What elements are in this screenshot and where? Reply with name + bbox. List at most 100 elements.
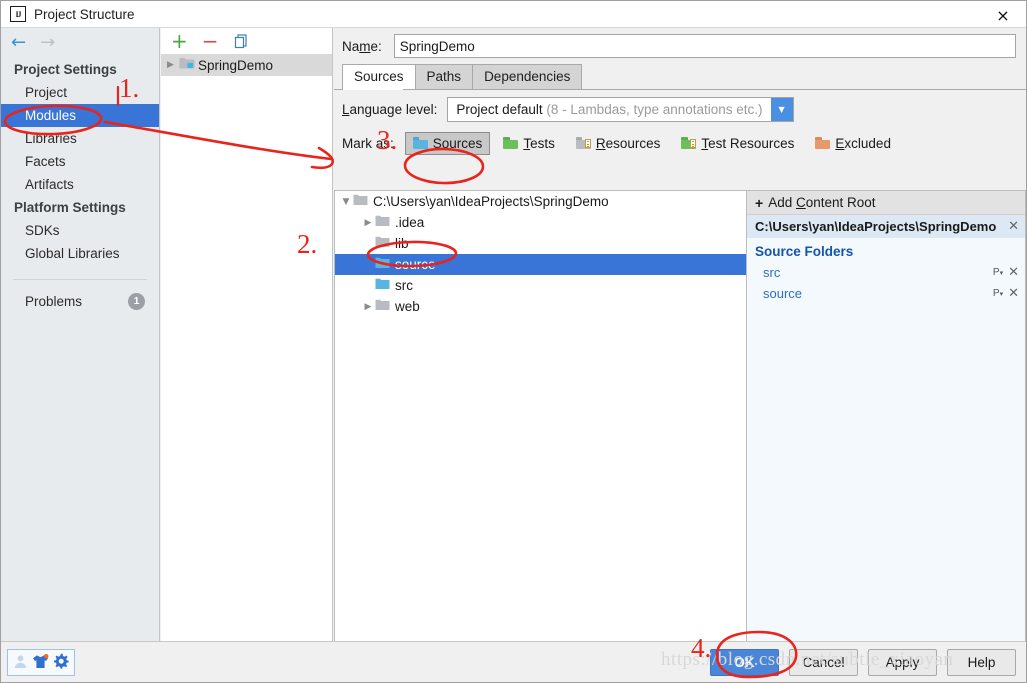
plugin-shirt-icon[interactable] [32, 653, 49, 672]
mark-as-resources-button[interactable]: Resources [568, 132, 669, 155]
folder-gray-icon [375, 215, 390, 230]
language-level-combobox[interactable]: Project default (8 - Lambdas, type annot… [447, 96, 794, 122]
tree-row[interactable]: ▶ web [335, 296, 746, 317]
tree-row[interactable]: ▶ .idea [335, 212, 746, 233]
collapse-arrow-icon[interactable]: ▼ [339, 197, 353, 207]
window-title: Project Structure [34, 6, 135, 22]
active-tab-notch [343, 89, 403, 90]
source-folder-actions: P ▾ ✕ [993, 265, 1019, 280]
module-tabs: Sources Paths Dependencies [342, 64, 1026, 89]
sidebar-item-global-libraries[interactable]: Global Libraries [1, 242, 159, 265]
tree-label: C:\Users\yan\IdeaProjects\SpringDemo [373, 194, 609, 209]
chevron-down-icon[interactable]: ▼ [770, 97, 793, 121]
plus-icon: + [755, 194, 764, 211]
cancel-button[interactable]: Cancel [789, 649, 858, 676]
module-item-springdemo[interactable]: ▶ SpringDemo [161, 54, 332, 76]
language-level-row: Language level: Project default (8 - Lam… [334, 90, 1026, 128]
settings-gear-icon[interactable] [53, 653, 69, 672]
tree-label: src [395, 278, 413, 293]
sidebar-item-problems[interactable]: Problems 1 [1, 290, 159, 313]
add-content-root-label: Add Content Root [768, 195, 876, 210]
module-editor-panel: Name: Sources Paths Dependencies Languag… [334, 28, 1026, 642]
ok-button[interactable]: OK [710, 649, 779, 676]
status-icon-group [7, 649, 75, 676]
tab-sources[interactable]: Sources [342, 64, 416, 89]
mark-as-test-resources-label: Test Resources [701, 135, 795, 151]
folder-resources-icon [575, 137, 591, 149]
mark-as-sources-label: Sources [432, 135, 483, 151]
tree-label: web [395, 299, 420, 314]
remove-module-icon[interactable]: − [202, 31, 219, 51]
mark-as-row: Mark as: Sources Tests Resources Test Re… [334, 128, 1026, 158]
title-bar: IJ Project Structure × [1, 1, 1026, 28]
sidebar-group-project-settings: Project Settings [14, 62, 117, 77]
copy-module-icon[interactable] [233, 33, 249, 49]
package-prefix-icon[interactable]: P ▾ [993, 267, 1003, 278]
sidebar-item-label: Problems [25, 294, 83, 309]
source-folder-row[interactable]: src P ▾ ✕ [747, 262, 1025, 283]
mark-as-excluded-button[interactable]: Excluded [807, 132, 899, 155]
sidebar-group-platform-settings: Platform Settings [14, 200, 126, 215]
sidebar-item-modules[interactable]: Modules [1, 104, 159, 127]
settings-sidebar: ← → Project Settings Project Modules Lib… [1, 28, 160, 642]
close-icon[interactable]: × [988, 4, 1018, 26]
mark-as-tests-button[interactable]: Tests [495, 132, 563, 155]
sidebar-item-project[interactable]: Project [1, 81, 159, 104]
expand-arrow-icon[interactable]: ▶ [361, 218, 375, 228]
module-folder-icon [179, 57, 195, 73]
folder-blue-icon [375, 257, 390, 272]
sidebar-item-artifacts[interactable]: Artifacts [1, 173, 159, 196]
dialog-bottom-bar: OK Cancel Apply Help [1, 641, 1026, 682]
sidebar-item-facets[interactable]: Facets [1, 150, 159, 173]
tree-row[interactable]: ▼ C:\Users\yan\IdeaProjects\SpringDemo [335, 191, 746, 212]
sidebar-nav: ← → [1, 28, 159, 58]
project-structure-dialog: IJ Project Structure × ← → Project Setti… [0, 0, 1027, 683]
logo-text: IJ [15, 9, 21, 19]
content-tree: ▼ C:\Users\yan\IdeaProjects\SpringDemo ▶… [334, 190, 746, 642]
tree-label: .idea [395, 215, 425, 230]
tab-dependencies[interactable]: Dependencies [472, 64, 583, 89]
back-arrow-icon[interactable]: ← [11, 34, 26, 52]
modules-list-panel: + − ▶ SpringDemo [161, 28, 333, 642]
source-folder-row[interactable]: source P ▾ ✕ [747, 283, 1025, 304]
content-root-path: C:\Users\yan\IdeaProjects\SpringDemo [755, 219, 997, 234]
sources-split-view: ▼ C:\Users\yan\IdeaProjects\SpringDemo ▶… [334, 190, 1026, 642]
folder-gray-icon [375, 299, 390, 314]
user-icon[interactable] [13, 654, 28, 672]
folder-blue-icon [375, 278, 390, 293]
tree-row[interactable]: source [335, 254, 746, 275]
mark-as-label: Mark as: [342, 135, 394, 151]
expand-arrow-icon[interactable]: ▶ [167, 60, 179, 70]
module-label: SpringDemo [198, 57, 274, 73]
content-root-entry[interactable]: C:\Users\yan\IdeaProjects\SpringDemo ✕ [747, 215, 1025, 238]
mark-as-test-resources-button[interactable]: Test Resources [673, 132, 802, 155]
source-folder-name: source [763, 286, 803, 301]
add-content-root-button[interactable]: + Add Content Root [747, 191, 1025, 215]
forward-arrow-icon[interactable]: → [40, 34, 55, 52]
apply-button[interactable]: Apply [868, 649, 937, 676]
source-folder-name: src [763, 265, 781, 280]
tree-row[interactable]: src [335, 275, 746, 296]
intellij-logo-icon: IJ [10, 6, 26, 22]
tree-row[interactable]: lib [335, 233, 746, 254]
remove-source-folder-icon[interactable]: ✕ [1008, 265, 1019, 280]
sources-tab-panel: Language level: Project default (8 - Lam… [334, 89, 1026, 642]
sidebar-item-libraries[interactable]: Libraries [1, 127, 159, 150]
mark-as-sources-button[interactable]: Sources [404, 131, 491, 155]
add-module-icon[interactable]: + [171, 31, 188, 51]
source-folder-actions: P ▾ ✕ [993, 286, 1019, 301]
sidebar-item-sdks[interactable]: SDKs [1, 219, 159, 242]
module-name-row: Name: [334, 28, 1026, 64]
module-name-label: Name: [342, 38, 382, 54]
help-button[interactable]: Help [947, 649, 1016, 676]
tree-label: source [395, 257, 436, 272]
tab-paths[interactable]: Paths [414, 64, 474, 89]
module-name-input[interactable] [393, 34, 1016, 58]
package-prefix-icon[interactable]: P ▾ [993, 288, 1003, 299]
mark-as-resources-label: Resources [595, 135, 661, 151]
dialog-buttons: OK Cancel Apply Help [710, 649, 1016, 676]
expand-arrow-icon[interactable]: ▶ [361, 302, 375, 312]
problems-count-badge: 1 [128, 293, 145, 310]
remove-source-folder-icon[interactable]: ✕ [1008, 286, 1019, 301]
remove-content-root-icon[interactable]: ✕ [1008, 219, 1019, 234]
